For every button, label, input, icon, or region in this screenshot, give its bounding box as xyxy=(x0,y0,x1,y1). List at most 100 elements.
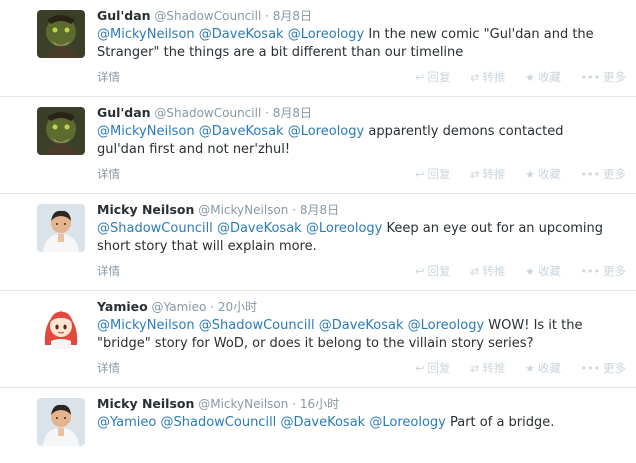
mention-link[interactable]: @DaveKosak xyxy=(280,415,365,430)
retweet-button[interactable]: ⇄ 转推 xyxy=(470,69,505,85)
star-icon: ★ xyxy=(525,168,535,181)
more-button[interactable]: ••• 更多 xyxy=(581,166,626,182)
reply-icon: ↩ xyxy=(415,168,425,181)
more-label: 更多 xyxy=(603,167,626,181)
avatar[interactable] xyxy=(37,301,85,349)
more-button[interactable]: ••• 更多 xyxy=(581,360,626,376)
reply-label: 回复 xyxy=(427,264,451,278)
user-name[interactable]: Micky Neilson xyxy=(97,202,194,217)
user-handle[interactable]: @MickyNeilson xyxy=(198,397,288,411)
user-handle[interactable]: @Yamieo xyxy=(152,300,207,314)
retweet-button[interactable]: ⇄ 转推 xyxy=(470,360,505,376)
avatar-image xyxy=(37,301,85,349)
tweet-text: @ShadowCouncill @DaveKosak @Loreology Ke… xyxy=(97,220,607,256)
tweet-header: Yamieo @Yamieo · 20小时 xyxy=(97,298,257,315)
favorite-label: 收藏 xyxy=(537,167,561,181)
avatar[interactable] xyxy=(37,107,85,155)
reply-button[interactable]: ↩ 回复 xyxy=(415,166,450,182)
mention-link[interactable]: @Loreology xyxy=(306,221,383,236)
reply-button[interactable]: ↩ 回复 xyxy=(415,69,450,85)
favorite-button[interactable]: ★ 收藏 xyxy=(525,360,561,376)
mention-link[interactable]: @Yamieo xyxy=(97,415,156,430)
tweet-time[interactable]: 20小时 xyxy=(218,300,257,314)
avatar[interactable] xyxy=(37,10,85,58)
mention-link[interactable]: @ShadowCouncill xyxy=(199,318,315,333)
tweet-item[interactable]: Micky Neilson @MickyNeilson · 8月8日 @Shad… xyxy=(0,194,636,291)
reply-label: 回复 xyxy=(427,361,451,375)
tweet-text-segment: Part of a bridge. xyxy=(445,415,555,430)
user-handle[interactable]: @MickyNeilson xyxy=(198,203,288,217)
tweet-item[interactable]: Yamieo @Yamieo · 20小时 @MickyNeilson @Sha… xyxy=(0,291,636,388)
favorite-button[interactable]: ★ 收藏 xyxy=(525,166,561,182)
avatar-image xyxy=(37,204,85,252)
tweet-header: Micky Neilson @MickyNeilson · 8月8日 xyxy=(97,201,339,218)
mention-link[interactable]: @DaveKosak xyxy=(319,318,404,333)
tweet-time[interactable]: 8月8日 xyxy=(273,9,312,23)
details-link[interactable]: 详情 xyxy=(97,360,120,376)
details-link[interactable]: 详情 xyxy=(97,263,120,279)
retweet-button[interactable]: ⇄ 转推 xyxy=(470,263,505,279)
favorite-label: 收藏 xyxy=(537,264,561,278)
user-name[interactable]: Micky Neilson xyxy=(97,396,194,411)
mention-link[interactable]: @DaveKosak xyxy=(199,124,284,139)
mention-link[interactable]: @Loreology xyxy=(288,124,365,139)
more-icon: ••• xyxy=(580,168,600,181)
tweet-time[interactable]: 16小时 xyxy=(300,397,339,411)
more-icon: ••• xyxy=(580,71,600,84)
reply-button[interactable]: ↩ 回复 xyxy=(415,263,450,279)
retweet-label: 转推 xyxy=(482,167,506,181)
tweet-header: Micky Neilson @MickyNeilson · 16小时 xyxy=(97,395,339,412)
star-icon: ★ xyxy=(525,265,535,278)
user-handle[interactable]: @ShadowCouncill xyxy=(154,106,261,120)
more-label: 更多 xyxy=(603,264,626,278)
mention-link[interactable]: @Loreology xyxy=(369,415,446,430)
more-label: 更多 xyxy=(603,70,626,84)
retweet-button[interactable]: ⇄ 转推 xyxy=(470,166,505,182)
user-name[interactable]: Yamieo xyxy=(97,299,148,314)
mention-link[interactable]: @Loreology xyxy=(288,27,365,42)
tweet-item[interactable]: Micky Neilson @MickyNeilson · 16小时 @Yami… xyxy=(0,388,636,463)
more-button[interactable]: ••• 更多 xyxy=(581,69,626,85)
more-button[interactable]: ••• 更多 xyxy=(581,263,626,279)
tweet-time[interactable]: 8月8日 xyxy=(300,203,339,217)
separator-dot: · xyxy=(265,9,269,23)
details-link[interactable]: 详情 xyxy=(97,69,120,85)
retweet-label: 转推 xyxy=(482,70,506,84)
avatar[interactable] xyxy=(37,398,85,446)
tweet-text: @MickyNeilson @ShadowCouncill @DaveKosak… xyxy=(97,317,607,353)
more-icon: ••• xyxy=(580,362,600,375)
separator-dot: · xyxy=(292,397,297,411)
reply-icon: ↩ xyxy=(415,71,425,84)
reply-button[interactable]: ↩ 回复 xyxy=(415,360,450,376)
separator-dot: · xyxy=(265,106,269,120)
mention-link[interactable]: @DaveKosak xyxy=(217,221,302,236)
separator-dot: · xyxy=(292,203,297,217)
tweet-header: Gul'dan @ShadowCouncill · 8月8日 xyxy=(97,7,312,24)
tweet-timeline: Gul'dan @ShadowCouncill · 8月8日 @MickyNei… xyxy=(0,0,636,463)
user-handle[interactable]: @ShadowCouncill xyxy=(154,9,261,23)
favorite-label: 收藏 xyxy=(537,361,561,375)
tweet-actions: ↩ 回复 ⇄ 转推 ★ 收藏 ••• 更多 xyxy=(399,360,626,376)
star-icon: ★ xyxy=(525,71,535,84)
tweet-item[interactable]: Gul'dan @ShadowCouncill · 8月8日 @MickyNei… xyxy=(0,0,636,97)
star-icon: ★ xyxy=(525,362,535,375)
mention-link[interactable]: @MickyNeilson xyxy=(97,27,195,42)
favorite-label: 收藏 xyxy=(537,70,561,84)
mention-link[interactable]: @MickyNeilson xyxy=(97,124,195,139)
mention-link[interactable]: @Loreology xyxy=(408,318,485,333)
details-link[interactable]: 详情 xyxy=(97,166,120,182)
tweet-time[interactable]: 8月8日 xyxy=(273,106,312,120)
avatar[interactable] xyxy=(37,204,85,252)
user-name[interactable]: Gul'dan xyxy=(97,8,151,23)
mention-link[interactable]: @MickyNeilson xyxy=(97,318,195,333)
mention-link[interactable]: @ShadowCouncill xyxy=(161,415,277,430)
tweet-item[interactable]: Gul'dan @ShadowCouncill · 8月8日 @MickyNei… xyxy=(0,97,636,194)
retweet-label: 转推 xyxy=(482,361,506,375)
user-name[interactable]: Gul'dan xyxy=(97,105,151,120)
favorite-button[interactable]: ★ 收藏 xyxy=(525,69,561,85)
retweet-label: 转推 xyxy=(482,264,506,278)
mention-link[interactable]: @DaveKosak xyxy=(199,27,284,42)
tweet-actions: ↩ 回复 ⇄ 转推 ★ 收藏 ••• 更多 xyxy=(399,69,626,85)
favorite-button[interactable]: ★ 收藏 xyxy=(525,263,561,279)
mention-link[interactable]: @ShadowCouncill xyxy=(97,221,213,236)
